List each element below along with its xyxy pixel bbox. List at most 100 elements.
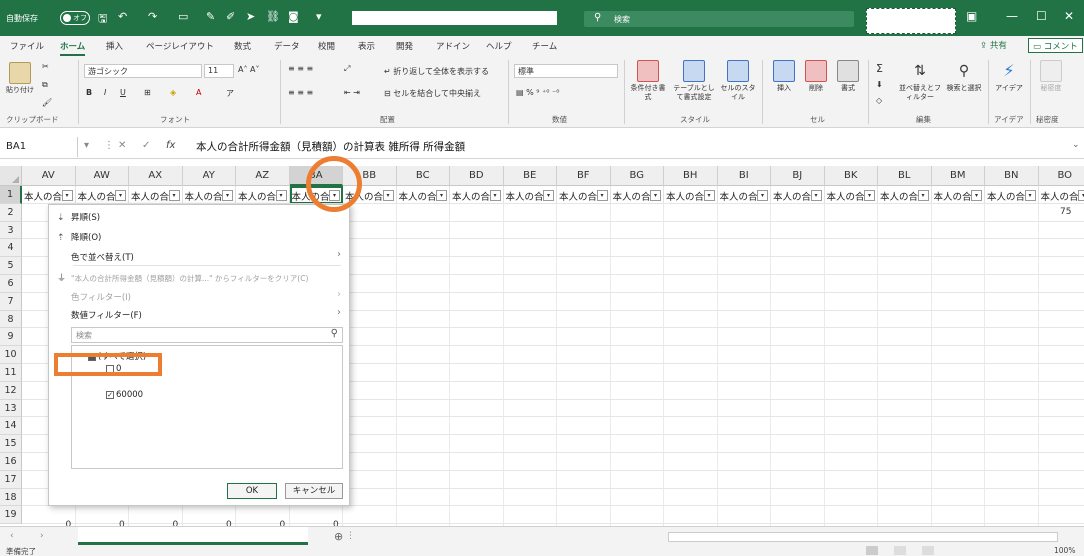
row-header-3[interactable]: 3	[0, 221, 22, 240]
row-header-1[interactable]: 1	[0, 186, 22, 204]
column-header-bn[interactable]: BN	[985, 166, 1039, 186]
font-color-icon[interactable]: A	[196, 88, 201, 97]
tab-developer[interactable]: 開発	[396, 40, 413, 52]
number-filter-item[interactable]: 数値フィルター(F)	[57, 309, 142, 321]
filter-dropdown-icon[interactable]: ▾	[864, 190, 875, 201]
row-header-9[interactable]: 9	[0, 328, 22, 347]
cancel-icon[interactable]: ✕	[118, 140, 126, 151]
autosave-toggle[interactable]: オフ	[60, 11, 90, 25]
row-header-7[interactable]: 7	[0, 292, 22, 311]
filter-dropdown-icon[interactable]: ▾	[275, 190, 287, 201]
column-header-bj[interactable]: BJ	[771, 166, 825, 186]
row-header-14[interactable]: 14	[0, 417, 22, 436]
align-top-icon[interactable]: ≡ ≡ ≡	[288, 64, 313, 73]
filter-search-input[interactable]: 検索 ⚲	[71, 327, 343, 343]
qat-more-icon[interactable]: ▾	[316, 10, 322, 23]
ribbon-display-icon[interactable]: ▣	[966, 9, 977, 23]
column-header-bi[interactable]: BI	[717, 166, 771, 186]
phonetic-icon[interactable]: ア	[226, 88, 234, 99]
pen-icon[interactable]: ✎	[206, 10, 215, 23]
insert-cells-button[interactable]: 挿入	[770, 60, 798, 93]
tab-data[interactable]: データ	[274, 40, 300, 52]
sort-ascending-item[interactable]: ⇣ 昇順(S)	[57, 211, 100, 223]
tab-help[interactable]: ヘルプ	[486, 40, 512, 52]
column-header-bc[interactable]: BC	[396, 166, 450, 186]
orientation-icon[interactable]: ⤢	[344, 64, 350, 74]
minimize-icon[interactable]: —	[1006, 9, 1018, 23]
font-name-select[interactable]: 游ゴシック	[84, 64, 202, 78]
sort-by-color-item[interactable]: 色で並べ替え(T)	[57, 251, 134, 263]
filter-dropdown-icon[interactable]: ▾	[222, 190, 233, 201]
expand-formula-icon[interactable]: ⌄	[1072, 140, 1080, 150]
redo-icon[interactable]: ↷	[148, 10, 157, 23]
prev-sheet-icon[interactable]: ‹	[10, 531, 14, 541]
sort-descending-item[interactable]: ⇡ 降順(O)	[57, 231, 101, 243]
row-header-19[interactable]: 19	[0, 506, 22, 525]
font-size-select[interactable]: 11	[204, 64, 234, 78]
column-header-aw[interactable]: AW	[75, 166, 129, 186]
filter-dropdown-icon[interactable]: ▾	[1024, 190, 1036, 201]
underline-icon[interactable]: U	[120, 88, 126, 97]
column-header-bd[interactable]: BD	[450, 166, 504, 186]
tab-home[interactable]: ホーム	[60, 40, 86, 56]
font-size-controls-icon[interactable]: A˄ A˅	[238, 65, 260, 74]
column-header-bh[interactable]: BH	[664, 166, 718, 186]
select-all-corner[interactable]	[0, 166, 22, 186]
row-header-15[interactable]: 15	[0, 435, 22, 453]
undo-icon[interactable]: ↶	[118, 10, 127, 23]
filter-dropdown-icon[interactable]: ▾	[917, 190, 929, 201]
sort-filter-button[interactable]: ⇅ 並べ替えとフィルター	[898, 60, 942, 102]
filter-dropdown-icon[interactable]: ▾	[436, 190, 447, 201]
name-box-dropdown-icon[interactable]: ▾	[84, 140, 89, 151]
row-header-16[interactable]: 16	[0, 453, 22, 471]
column-header-bg[interactable]: BG	[610, 166, 664, 186]
filter-dropdown-icon[interactable]: ▾	[61, 190, 73, 201]
next-sheet-icon[interactable]: ›	[40, 531, 44, 541]
cut-icon[interactable]: ✂	[42, 62, 49, 71]
tab-file[interactable]: ファイル	[10, 40, 44, 52]
format-as-table-button[interactable]: テーブルとして書式設定	[670, 60, 718, 102]
search-box[interactable]: ⚲ 検索	[584, 11, 854, 27]
row-header-8[interactable]: 8	[0, 310, 22, 329]
link-icon[interactable]: ⛓	[266, 10, 280, 23]
sensitivity-button[interactable]: 秘密度	[1036, 60, 1066, 93]
tab-addins[interactable]: アドイン	[436, 40, 470, 52]
tab-page-layout[interactable]: ページレイアウト	[146, 40, 214, 52]
sheet-tab-active[interactable]	[78, 527, 308, 545]
filter-dropdown-icon[interactable]: ▾	[810, 190, 822, 201]
name-box[interactable]: BA1	[0, 137, 78, 157]
row-header-4[interactable]: 4	[0, 239, 22, 258]
format-cells-button[interactable]: 書式	[834, 60, 862, 93]
filter-dropdown-icon[interactable]: ▾	[382, 190, 394, 201]
column-header-bl[interactable]: BL	[878, 166, 932, 186]
cancel-button[interactable]: キャンセル	[285, 483, 343, 499]
highlighter-icon[interactable]: ✐	[226, 10, 235, 23]
filter-dropdown-icon[interactable]: ▾	[650, 190, 661, 201]
color-filter-item[interactable]: 色フィルター(I)	[57, 291, 131, 303]
bold-icon[interactable]: B	[86, 88, 92, 97]
row-header-2[interactable]: 2	[0, 203, 22, 222]
filter-dropdown-icon[interactable]: ▾	[489, 190, 501, 201]
row-header-11[interactable]: 11	[0, 364, 22, 382]
autosum-icon[interactable]: Σ	[876, 62, 883, 75]
conditional-format-button[interactable]: 条件付き書式	[628, 60, 668, 102]
row-header-12[interactable]: 12	[0, 381, 22, 400]
save-icon[interactable]: 🖫	[98, 10, 107, 29]
cell-styles-button[interactable]: セルのスタイル	[720, 60, 756, 102]
normal-view-icon[interactable]	[866, 546, 878, 555]
row-header-6[interactable]: 6	[0, 275, 22, 293]
enter-icon[interactable]: ✓	[142, 140, 150, 151]
indent-icon[interactable]: ⇤ ⇥	[344, 88, 360, 97]
paste-button[interactable]: 貼り付け	[4, 62, 36, 95]
filter-dropdown-icon[interactable]: ▾	[543, 190, 554, 201]
copy-icon[interactable]: ⧉	[42, 80, 48, 90]
row-header-10[interactable]: 10	[0, 346, 22, 364]
column-header-av[interactable]: AV	[22, 166, 76, 186]
fill-icon[interactable]: ⬇	[876, 80, 883, 89]
insert-function-icon[interactable]: fx	[166, 140, 175, 151]
row-header-17[interactable]: 17	[0, 470, 22, 489]
filter-dropdown-icon[interactable]: ▾	[1078, 190, 1084, 201]
italic-icon[interactable]: I	[104, 88, 106, 97]
page-break-view-icon[interactable]	[922, 546, 934, 555]
filter-dropdown-icon[interactable]: ▾	[703, 190, 715, 201]
